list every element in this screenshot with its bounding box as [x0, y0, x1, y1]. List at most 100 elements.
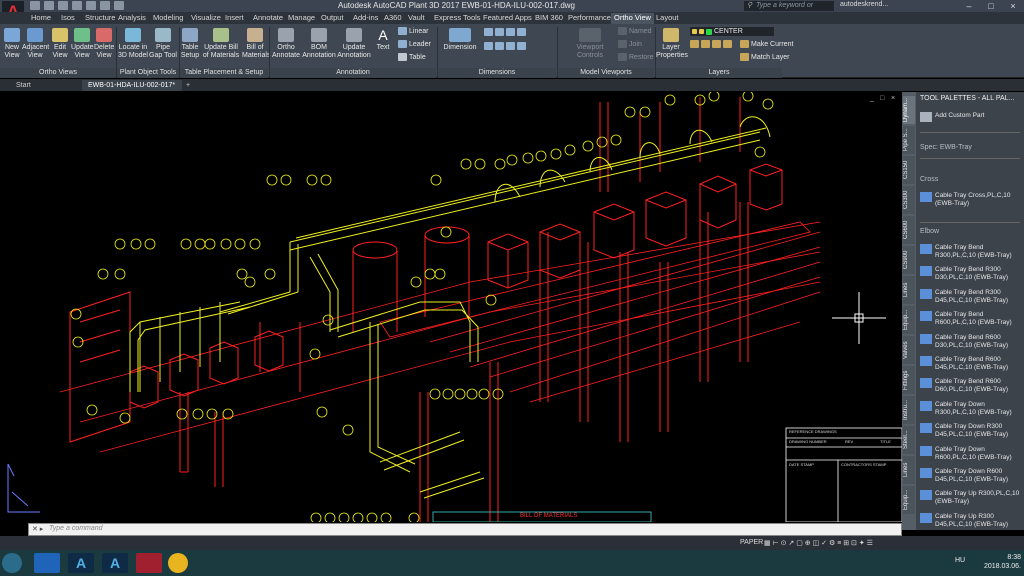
clock[interactable]: 8:38 2018.03.06.: [984, 553, 1021, 571]
update-view-button[interactable]: Update View: [71, 28, 94, 60]
leader-button[interactable]: Leader: [398, 40, 431, 48]
palette-item[interactable]: Cable Tray Up R300,PL,C,10 (EWB-Tray): [920, 490, 1022, 506]
drawing-viewport[interactable]: REFERENCE DRAWINGS DRAWING NUMBER REV TI…: [0, 92, 902, 522]
tab-a360[interactable]: A360: [381, 13, 405, 24]
tab-vault[interactable]: Vault: [405, 13, 428, 24]
new-icon[interactable]: [30, 1, 40, 10]
open-icon[interactable]: [44, 1, 54, 10]
edit-view-button[interactable]: Edit View: [50, 28, 70, 60]
redo-icon[interactable]: [114, 1, 124, 10]
drawing-tab[interactable]: EWB-01-HDA-ILU-002-017*: [82, 80, 182, 91]
chrome-icon[interactable]: [168, 553, 188, 573]
undo-icon[interactable]: [100, 1, 110, 10]
palette-item[interactable]: Cable Tray Down R300,PL,C,10 (EWB-Tray): [920, 400, 1022, 417]
plot-icon[interactable]: [86, 1, 96, 10]
tab-analysis[interactable]: Analysis: [115, 13, 149, 24]
panel-label-layers[interactable]: Layers: [656, 68, 782, 78]
palette-tab[interactable]: Equip...: [903, 306, 915, 334]
archive-icon[interactable]: [136, 553, 162, 573]
saveas-icon[interactable]: [72, 1, 82, 10]
palette-tab[interactable]: CS300: [903, 186, 915, 214]
panel-label-annotation[interactable]: Annotation: [270, 68, 436, 78]
restore-viewports-button[interactable]: Restore: [618, 53, 654, 61]
palette-tab[interactable]: Dynam...: [903, 96, 915, 124]
palette-item[interactable]: Cable Tray Bend R600 D45,PL,C,10 (EWB-Tr…: [920, 356, 1022, 372]
match-layer-button[interactable]: Match Layer: [740, 53, 790, 61]
palette-item[interactable]: Cable Tray Bend R300,PL,C,10 (EWB-Tray): [920, 244, 1022, 260]
tab-modeling[interactable]: Modeling: [150, 13, 186, 24]
palette-item[interactable]: Cable Tray Up R300 D45,PL,C,10 (EWB-Tray…: [920, 512, 1022, 529]
linear-dimension-button[interactable]: Linear: [398, 27, 428, 35]
named-viewports-button[interactable]: Named: [618, 27, 652, 35]
tab-annotate[interactable]: Annotate: [250, 13, 286, 24]
start-button[interactable]: [2, 553, 22, 573]
palette-tab[interactable]: Instru...: [903, 396, 915, 424]
palette-item[interactable]: Cable Tray Bend R300 D45,PL,C,10 (EWB-Tr…: [920, 288, 1022, 305]
dim-tool-icon[interactable]: [484, 42, 526, 50]
search-input[interactable]: ⚲Type a keyword or phrase: [744, 1, 834, 19]
status-icons[interactable]: ▦ ⊢ ⊙ ↗ ▢ ⊕ ◫ ✓ ⚙ ≡ ⊞ ⊡ ✦ ☰: [764, 539, 873, 547]
palette-tab[interactable]: Lines: [903, 276, 915, 304]
palette-tab[interactable]: CS600: [903, 216, 915, 244]
viewport-close[interactable]: ×: [891, 95, 895, 102]
update-annotation-button[interactable]: Update Annotation: [337, 28, 371, 60]
layer-dropdown[interactable]: CENTER: [690, 27, 774, 36]
pipe-gap-tool-button[interactable]: Pipe Gap Tool: [149, 28, 177, 60]
locate-in-3d-model-button[interactable]: Locate in 3D Model: [118, 28, 148, 60]
start-tab[interactable]: Start: [10, 80, 80, 91]
tab-add-ins[interactable]: Add-ins: [350, 13, 381, 24]
palette-item[interactable]: Cable Tray Bend R600,PL,C,10 (EWB-Tray): [920, 311, 1022, 327]
command-input[interactable]: Type a command: [49, 525, 103, 532]
close-button[interactable]: ×: [1002, 0, 1024, 12]
palette-tab[interactable]: Equip...: [903, 486, 915, 514]
tab-visualize[interactable]: Visualize: [188, 13, 224, 24]
viewport-controls-button[interactable]: Viewport Controls: [565, 28, 615, 60]
palette-tab[interactable]: Pipe S...: [903, 126, 915, 154]
tab-bim-360[interactable]: BIM 360: [532, 13, 566, 24]
make-current-button[interactable]: Make Current: [740, 40, 793, 48]
language-indicator[interactable]: HU: [955, 557, 965, 564]
autocad-taskbar-icon[interactable]: A: [68, 553, 94, 573]
quick-access-toolbar[interactable]: [30, 1, 124, 10]
palette-tab[interactable]: Fittings: [903, 366, 915, 394]
table-setup-button[interactable]: Table Setup: [180, 28, 200, 60]
new-view-button[interactable]: New View: [3, 28, 21, 60]
palette-tab[interactable]: Valves: [903, 336, 915, 364]
tab-ortho-view[interactable]: Ortho View: [611, 13, 654, 24]
table-button[interactable]: Table: [398, 53, 426, 61]
tab-featured-apps[interactable]: Featured Apps: [480, 13, 535, 24]
palette-tab[interactable]: Lines: [903, 456, 915, 484]
autocad-taskbar-icon[interactable]: A: [102, 553, 128, 573]
layer-tools-icon[interactable]: [690, 40, 732, 48]
palette-item[interactable]: Cable Tray Cross,PL,C,10 (EWB-Tray): [920, 192, 1022, 208]
tab-express-tools[interactable]: Express Tools: [431, 13, 484, 24]
palette-item[interactable]: Cable Tray Down R600,PL,C,10 (EWB-Tray): [920, 445, 1022, 462]
save-icon[interactable]: [58, 1, 68, 10]
tab-layout[interactable]: Layout: [653, 13, 682, 24]
command-line[interactable]: ✕ ▸ Type a command: [28, 523, 902, 536]
user-account[interactable]: autodeskrend...: [840, 1, 888, 8]
palette-item[interactable]: Cable Tray Down R300 D45,PL,C,10 (EWB-Tr…: [920, 423, 1022, 439]
paper-space-toggle[interactable]: PAPER: [740, 539, 763, 546]
palette-item[interactable]: Cable Tray Down R600 D45,PL,C,10 (EWB-Tr…: [920, 468, 1022, 484]
ortho-annotate-button[interactable]: Ortho Annotate: [271, 28, 301, 60]
tab-performance[interactable]: Performance: [565, 13, 614, 24]
viewport-minimize[interactable]: _: [870, 95, 874, 102]
bom-annotation-button[interactable]: BOM Annotation: [302, 28, 336, 60]
panel-label-ortho-views[interactable]: Ortho Views: [0, 68, 116, 78]
palette-tab[interactable]: CS900: [903, 246, 915, 274]
maximize-button[interactable]: □: [980, 0, 1002, 12]
tab-structure[interactable]: Structure: [82, 13, 118, 24]
update-bom-button[interactable]: Update Bill of Materials: [201, 28, 241, 60]
tab-home[interactable]: Home: [28, 13, 54, 24]
layer-properties-button[interactable]: Layer Properties: [656, 28, 688, 60]
dim-tool-icon[interactable]: [484, 28, 526, 36]
outlook-icon[interactable]: [34, 553, 60, 573]
tab-manage[interactable]: Manage: [285, 13, 318, 24]
adjacent-view-button[interactable]: Adjacent View: [22, 28, 49, 60]
palette-item[interactable]: Cable Tray Bend R600 D60,PL,C,10 (EWB-Tr…: [920, 378, 1022, 394]
palette-tab[interactable]: Steel...: [903, 426, 915, 454]
palette-item[interactable]: Cable Tray Bend R300 D30,PL,C,10 (EWB-Tr…: [920, 266, 1022, 282]
text-button[interactable]: A Text: [372, 28, 394, 52]
close-command-icon[interactable]: ✕ ▸: [32, 525, 43, 533]
